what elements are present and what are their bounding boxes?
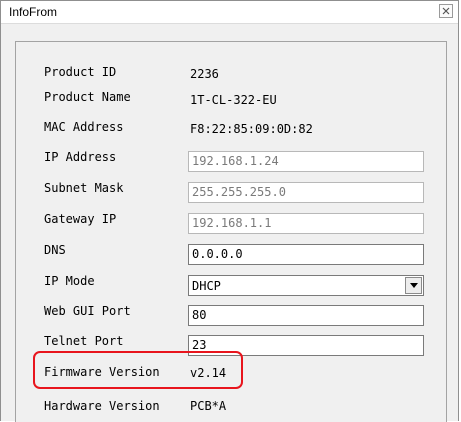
web-gui-port-label: Web GUI Port (44, 304, 131, 318)
close-button[interactable] (439, 4, 453, 18)
title-bar: InfoFrom (1, 1, 458, 24)
ip-mode-selected-value: DHCP (192, 279, 221, 293)
gateway-ip-field: 192.168.1.1 (188, 213, 424, 234)
subnet-mask-label: Subnet Mask (44, 181, 124, 195)
ip-mode-dropdown-button[interactable] (405, 277, 422, 294)
chevron-down-icon (409, 283, 418, 288)
close-icon (442, 7, 450, 15)
hardware-version-value: PCB*A (190, 399, 227, 413)
product-name-label: Product Name (44, 90, 131, 104)
ip-mode-label: IP Mode (44, 274, 95, 288)
ip-address-field: 192.168.1.24 (188, 151, 424, 172)
dns-label: DNS (44, 243, 66, 257)
mac-address-label: MAC Address (44, 120, 124, 134)
ip-address-label: IP Address (44, 150, 117, 164)
dns-field[interactable]: 0.0.0.0 (188, 244, 424, 265)
product-id-value: 2236 (190, 67, 219, 81)
gateway-ip-label: Gateway IP (44, 212, 117, 226)
web-gui-port-field[interactable]: 80 (188, 305, 424, 326)
firmware-highlight-box (33, 351, 243, 389)
ip-mode-select[interactable]: DHCP (188, 275, 424, 296)
telnet-port-label: Telnet Port (44, 334, 124, 348)
product-name-value: 1T-CL-322-EU (190, 93, 277, 107)
hardware-version-label: Hardware Version (44, 399, 160, 413)
window-title: InfoFrom (9, 5, 58, 19)
product-id-label: Product ID (44, 65, 117, 79)
subnet-mask-field: 255.255.255.0 (188, 182, 424, 203)
mac-address-value: F8:22:85:09:0D:82 (190, 122, 313, 136)
info-window: InfoFrom Product ID 2236 Product Name 1T… (0, 0, 459, 422)
